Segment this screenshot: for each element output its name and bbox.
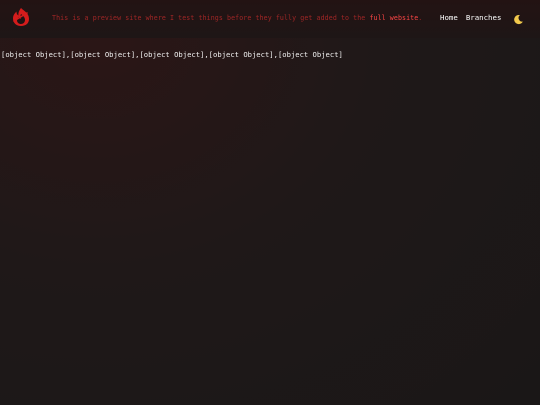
preview-notice-end: . <box>418 14 423 22</box>
preview-notice-text: This is a preview site where I test thin… <box>52 14 370 22</box>
full-website-link[interactable]: full website <box>369 14 418 22</box>
crescent-moon-icon[interactable] <box>513 14 524 25</box>
nav-home-link[interactable]: Home <box>440 13 458 22</box>
nav-branches-link[interactable]: Branches <box>466 13 502 22</box>
flame-logo-icon[interactable] <box>11 7 31 27</box>
main-nav: Home Branches <box>440 13 501 22</box>
top-bar: This is a preview site where I test thin… <box>0 0 540 38</box>
preview-notice: This is a preview site where I test thin… <box>52 14 422 22</box>
object-output-text: [object Object],[object Object],[object … <box>1 50 343 59</box>
